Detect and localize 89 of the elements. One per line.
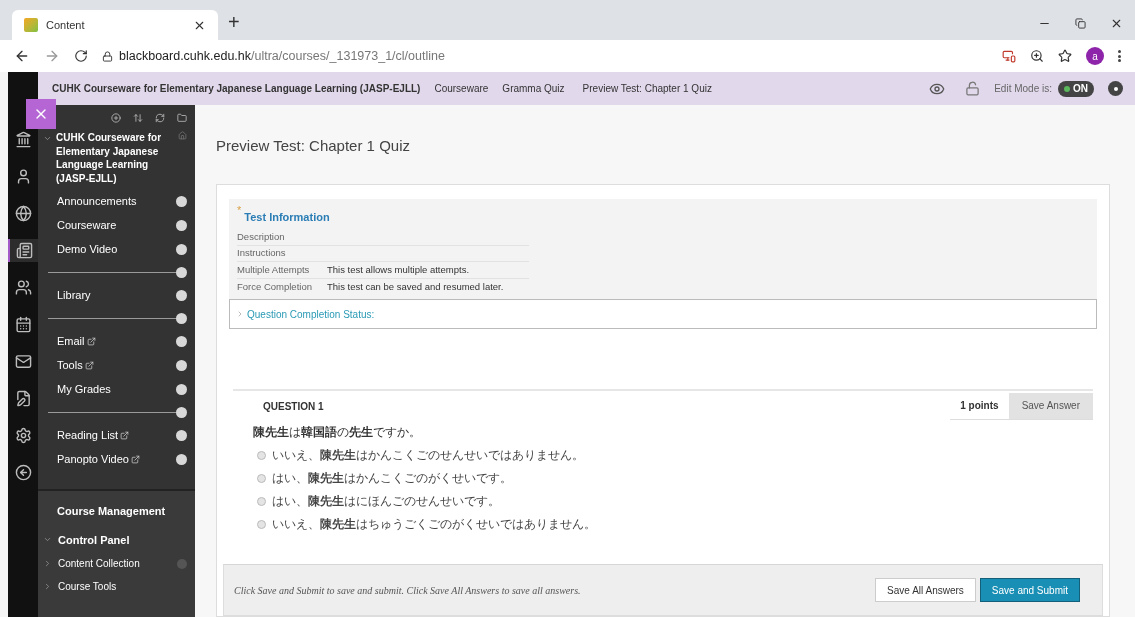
course-title[interactable]: CUHK Courseware for Elementary Japanese Language Learning (JASP-EJLL) [56, 131, 174, 185]
control-panel-heading[interactable]: Control Panel [58, 531, 130, 548]
breadcrumb-link[interactable]: Gramma Quiz [502, 81, 565, 96]
unlock-icon[interactable] [965, 81, 981, 96]
institution-icon[interactable] [14, 131, 32, 148]
edit-mode-label: Edit Mode is: [994, 82, 1052, 96]
settings-icon[interactable] [14, 427, 32, 444]
expand-icon[interactable] [43, 559, 52, 568]
menu-link[interactable]: Courseware [57, 216, 117, 234]
add-icon[interactable] [111, 113, 121, 123]
bookmark-icon[interactable] [1058, 49, 1072, 63]
menu-link[interactable]: Library [57, 286, 91, 304]
sign-out-icon[interactable] [14, 464, 32, 481]
refresh-icon[interactable] [155, 113, 165, 123]
answer-option[interactable]: いいえ、陳先生はちゅうごくごのがくせいではありません。 [272, 516, 596, 534]
calendar-icon[interactable] [14, 316, 32, 333]
question-number: QUESTION 1 [263, 399, 324, 414]
document-edit-icon[interactable] [14, 390, 32, 407]
edit-mode-toggle[interactable]: ON [1058, 80, 1094, 97]
sort-icon[interactable] [133, 113, 143, 123]
expand-icon[interactable] [43, 582, 52, 591]
info-value: This test allows multiple attempts. [327, 262, 470, 277]
browser-tab[interactable]: Content [12, 10, 218, 40]
submit-hint: Click Save and Submit to save and submit. Click Save All Answers to save all answers. [234, 583, 582, 598]
tab-title: Content [46, 17, 86, 33]
folder-icon[interactable] [177, 113, 187, 123]
answer-option[interactable]: いいえ、陳先生はかんこくごのせんせいではありません。 [272, 447, 584, 465]
course-icon[interactable] [15, 242, 33, 259]
restore-icon[interactable] [1075, 18, 1086, 29]
required-icon: * [237, 204, 242, 216]
breadcrumb-link[interactable]: CUHK Courseware for Elementary Japanese Language Learning (JASP-EJLL) [52, 81, 421, 96]
new-tab-button[interactable]: + [228, 12, 240, 32]
mail-icon[interactable] [14, 353, 32, 370]
points-label: 1 points [959, 399, 1000, 413]
page-title: Preview Test: Chapter 1 Quiz [216, 136, 411, 156]
menu-link[interactable]: Demo Video [57, 240, 118, 258]
control-panel-item[interactable]: Course Tools [58, 579, 187, 594]
info-label: Instructions [237, 246, 287, 261]
menu-options-icon[interactable] [176, 312, 187, 324]
info-value: This test can be saved and resumed later. [327, 279, 504, 294]
menu-options-icon[interactable] [176, 289, 187, 301]
radio-button[interactable] [257, 451, 266, 461]
menu-link[interactable]: Announcements [57, 192, 137, 210]
cast-icon[interactable] [1002, 49, 1016, 63]
zoom-icon[interactable] [1030, 49, 1044, 63]
profile-avatar[interactable]: a [1086, 47, 1104, 65]
save-all-answers-button[interactable]: Save All Answers [875, 578, 976, 602]
section-title: Course Management [56, 504, 167, 519]
menu-options-icon[interactable] [176, 219, 187, 231]
save-answer-button[interactable]: Save Answer [1008, 392, 1093, 419]
question-text: 陳先生は韓国語の先生ですか。 [253, 425, 422, 440]
radio-button[interactable] [257, 474, 266, 484]
menu-options-icon[interactable] [176, 383, 187, 395]
menu-link[interactable]: Reading List [57, 426, 119, 444]
info-label: Multiple Attempts [237, 262, 311, 277]
info-label: Force Completion [237, 279, 313, 294]
lock-icon [102, 50, 113, 62]
site-favicon [24, 18, 38, 32]
back-icon[interactable] [14, 48, 30, 64]
menu-link[interactable]: Tools [57, 356, 83, 374]
info-label: Description [237, 229, 286, 244]
globe-icon[interactable] [14, 205, 32, 222]
control-panel-item[interactable]: Content Collection [58, 556, 171, 571]
collapse-icon[interactable] [43, 134, 52, 143]
people-icon[interactable] [14, 279, 32, 296]
menu-link[interactable]: Panopto Video [57, 450, 129, 468]
reload-icon[interactable] [74, 49, 88, 63]
menu-options-icon[interactable] [176, 406, 187, 418]
section-title: Test Information [244, 209, 330, 225]
radio-button[interactable] [257, 497, 266, 507]
menu-link[interactable]: Email [57, 332, 85, 350]
breadcrumb-link[interactable]: Preview Test: Chapter 1 Quiz [582, 81, 712, 96]
breadcrumb-link[interactable]: Courseware [434, 81, 489, 96]
menu-options-icon[interactable] [176, 266, 187, 278]
close-window-icon[interactable] [1110, 17, 1123, 30]
menu-options-icon[interactable] [176, 429, 187, 441]
more-menu-icon[interactable] [1118, 50, 1121, 62]
menu-options-icon[interactable] [176, 195, 187, 207]
answer-option[interactable]: はい、陳先生はにほんごのせんせいです。 [272, 493, 500, 511]
save-and-submit-button[interactable]: Save and Submit [979, 578, 1080, 602]
radio-button[interactable] [257, 520, 266, 530]
menu-options-icon[interactable] [176, 453, 187, 465]
forward-icon[interactable] [44, 48, 60, 64]
menu-options-icon[interactable] [176, 359, 187, 371]
menu-options-icon[interactable] [176, 243, 187, 255]
address-field[interactable]: blackboard.cuhk.edu.hk/ultra/courses/_131973_1/cl/outline [102, 43, 988, 69]
answer-option[interactable]: はい、陳先生はかんこくごのがくせいです。 [272, 470, 512, 488]
menu-options-icon[interactable] [176, 335, 187, 347]
menu-link[interactable]: My Grades [57, 380, 111, 398]
